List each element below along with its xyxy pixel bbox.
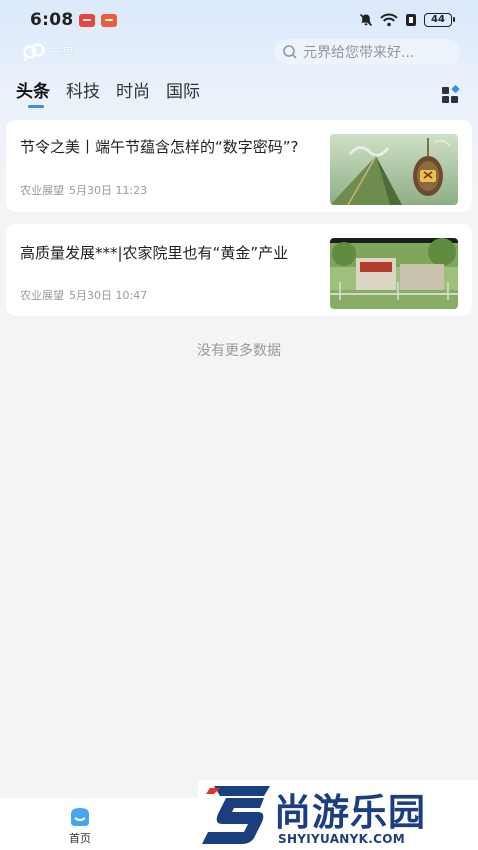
no-more-data-text: 没有更多数据 (197, 343, 281, 359)
watermark-url: SHYIYUANYK.COM (278, 832, 405, 846)
article-meta: 农业展望 5月30日 11:23 (20, 182, 147, 198)
watermark: 尚游乐园 SHYIYUANYK.COM (198, 780, 478, 850)
article-source: 农业展望 (20, 184, 64, 197)
logo-icon (23, 43, 45, 62)
app-header: 元界 元界给您带来好... (0, 38, 478, 66)
tab-fashion[interactable]: 时尚 (116, 78, 150, 108)
app-notification-icon (79, 13, 96, 27)
watermark-title: 尚游乐园 (274, 791, 426, 834)
article-date: 5月30日 11:23 (69, 184, 148, 197)
nav-home-button[interactable]: 首页 (60, 806, 100, 846)
article-meta: 农业展望 5月30日 10:47 (20, 287, 147, 303)
nav-home-label: 首页 (69, 832, 91, 845)
article-card[interactable]: 高质量发展***|农家院里也有“黄金”产业 农业展望 5月30日 10:47 (6, 224, 472, 316)
battery-icon: 44 (424, 13, 455, 27)
tab-tech[interactable]: 科技 (66, 78, 100, 108)
app-notification-icon-2 (101, 13, 118, 27)
search-input[interactable]: 元界给您带来好... (274, 39, 460, 65)
article-thumbnail (330, 134, 458, 205)
wifi-icon (380, 13, 398, 27)
watermark-logo (202, 786, 270, 844)
category-tabs: 头条 科技 时尚 国际 (0, 78, 478, 114)
article-date: 5月30日 10:47 (69, 289, 148, 302)
search-placeholder: 元界给您带来好... (303, 45, 415, 61)
channel-manage-icon[interactable] (440, 84, 462, 106)
status-icons: 44 (359, 13, 455, 27)
logo-text: 元界 (50, 45, 75, 60)
tab-headlines[interactable]: 头条 (16, 78, 50, 108)
search-icon (283, 45, 297, 59)
article-card[interactable]: 节令之美丨端午节蕴含怎样的“数字密码”? 农业展望 5月30日 11:23 (6, 120, 472, 212)
app-logo: 元界 (22, 42, 74, 62)
signal-icon (406, 14, 416, 26)
mute-bell-icon (359, 13, 373, 27)
article-source: 农业展望 (20, 289, 64, 302)
status-time: 6:08 (30, 10, 74, 30)
tab-international[interactable]: 国际 (166, 78, 200, 108)
article-title: 节令之美丨端午节蕴含怎样的“数字密码”? (20, 138, 299, 156)
article-title: 高质量发展***|农家院里也有“黄金”产业 (20, 244, 289, 262)
home-icon (71, 808, 89, 826)
status-bar: 6:08 44 (0, 0, 478, 40)
article-thumbnail (330, 238, 458, 309)
